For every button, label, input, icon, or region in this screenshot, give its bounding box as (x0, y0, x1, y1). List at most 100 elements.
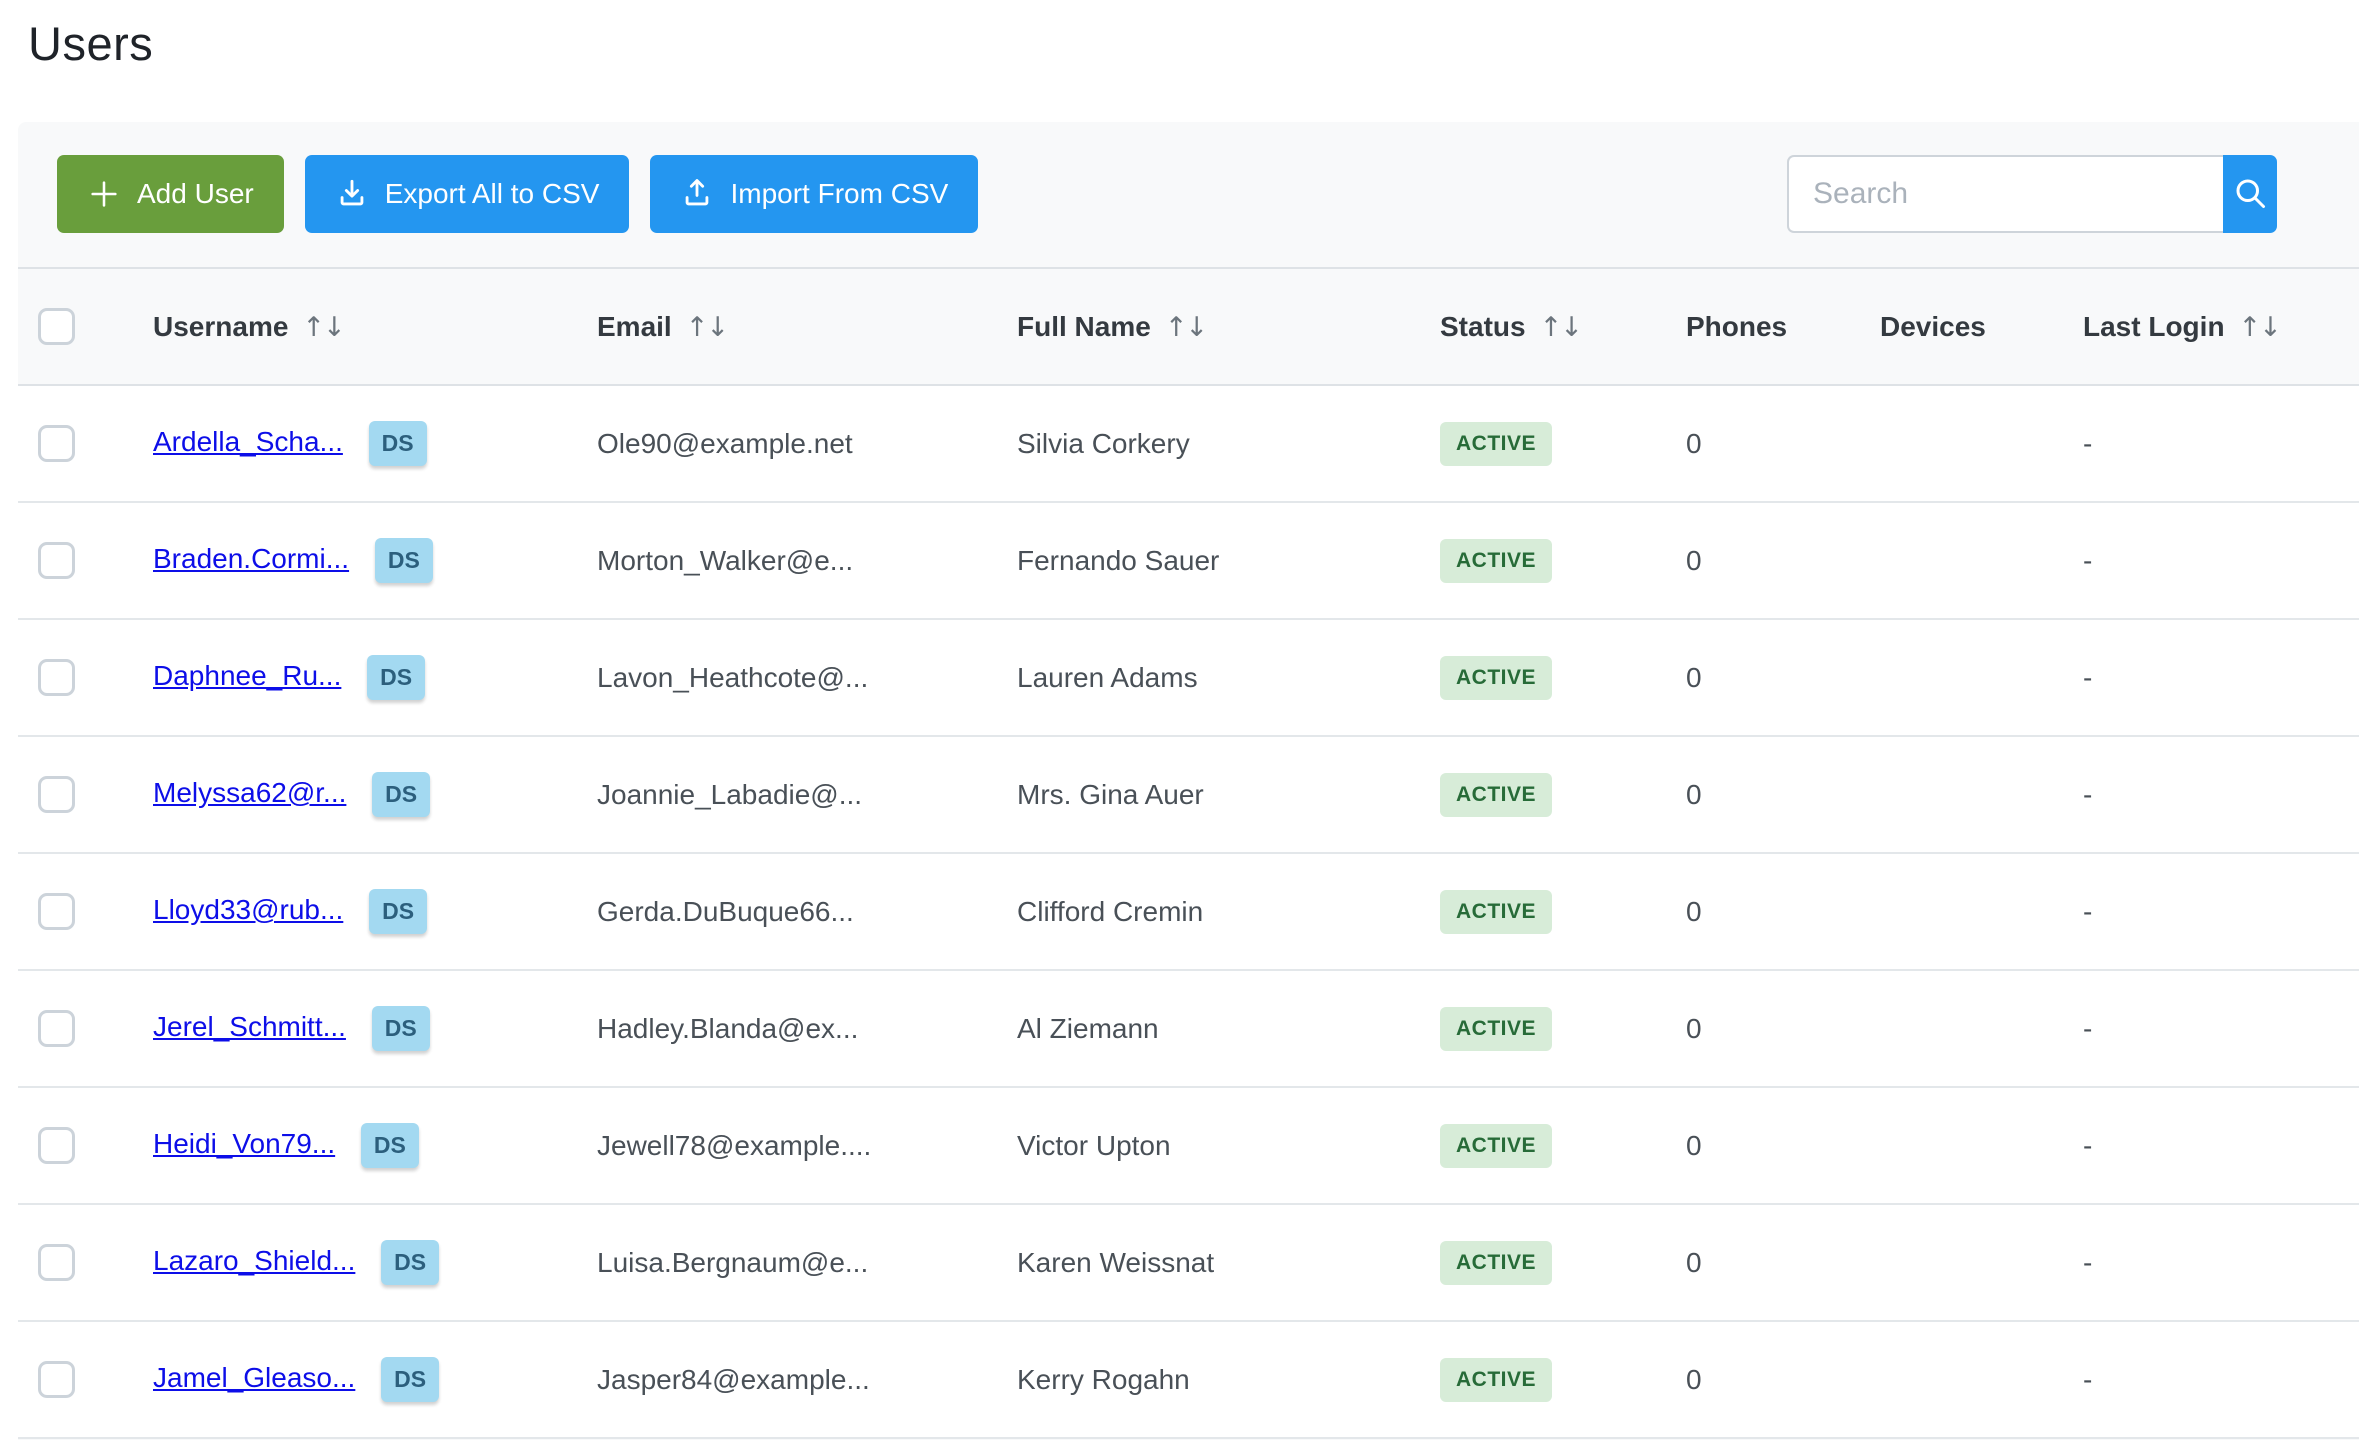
row-checkbox[interactable] (38, 542, 75, 579)
phones-cell: 0 (1666, 736, 1860, 853)
search-button[interactable] (2223, 155, 2277, 233)
last-login-cell: - (2063, 1087, 2359, 1204)
column-header-phones: Phones (1666, 268, 1860, 385)
column-header-full-name[interactable]: Full Name↑↓ (997, 268, 1420, 385)
phones-cell: 0 (1666, 853, 1860, 970)
table-row: Braden.Cormi... DS Morton_Walker@e... Fe… (18, 502, 2359, 619)
row-checkbox[interactable] (38, 1361, 75, 1398)
row-checkbox[interactable] (38, 1010, 75, 1047)
username-link[interactable]: Ardella_Scha... (153, 426, 343, 457)
status-cell: ACTIVE (1420, 736, 1666, 853)
table-header: Username↑↓ Email↑↓ Full Name↑↓ Status↑↓ … (18, 268, 2359, 385)
devices-cell (1860, 736, 2063, 853)
download-icon (335, 177, 369, 211)
status-badge: ACTIVE (1440, 422, 1552, 466)
page-title: Users (28, 16, 2359, 71)
devices-cell (1860, 970, 2063, 1087)
status-badge: ACTIVE (1440, 1007, 1552, 1051)
full-name-cell: Victor Upton (997, 1087, 1420, 1204)
row-checkbox[interactable] (38, 659, 75, 696)
status-cell: ACTIVE (1420, 1204, 1666, 1321)
devices-cell (1860, 1204, 2063, 1321)
sort-icon[interactable]: ↑↓ (686, 312, 727, 343)
table-row: Jamel_Gleaso... DS Jasper84@example... K… (18, 1321, 2359, 1438)
add-user-label: Add User (137, 178, 254, 210)
plus-icon (87, 177, 121, 211)
upload-icon (680, 177, 714, 211)
ds-badge: DS (381, 1240, 439, 1285)
email-cell: Jasper84@example... (577, 1321, 997, 1438)
table-row: Heidi_Von79... DS Jewell78@example.... V… (18, 1087, 2359, 1204)
users-panel: Add User Export All to CSV Import From C… (18, 122, 2359, 1440)
search-icon (2232, 175, 2268, 214)
row-checkbox[interactable] (38, 893, 75, 930)
username-link[interactable]: Lloyd33@rub... (153, 894, 343, 925)
phones-cell: 0 (1666, 1087, 1860, 1204)
table-row: Jerel_Schmitt... DS Hadley.Blanda@ex... … (18, 970, 2359, 1087)
status-cell: ACTIVE (1420, 619, 1666, 736)
username-link[interactable]: Lazaro_Shield... (153, 1245, 355, 1276)
status-cell: ACTIVE (1420, 1321, 1666, 1438)
export-csv-label: Export All to CSV (385, 178, 600, 210)
column-header-email[interactable]: Email↑↓ (577, 268, 997, 385)
status-badge: ACTIVE (1440, 539, 1552, 583)
username-link[interactable]: Daphnee_Ru... (153, 660, 341, 691)
phones-cell: 0 (1666, 970, 1860, 1087)
full-name-cell: Karen Weissnat (997, 1204, 1420, 1321)
import-csv-label: Import From CSV (730, 178, 948, 210)
import-csv-button[interactable]: Import From CSV (650, 155, 978, 233)
last-login-cell: - (2063, 1321, 2359, 1438)
email-cell: Jewell78@example.... (577, 1087, 997, 1204)
email-cell: Ole90@example.net (577, 385, 997, 502)
username-link[interactable]: Melyssa62@r... (153, 777, 346, 808)
ds-badge: DS (369, 889, 427, 934)
full-name-cell: Mrs. Gina Auer (997, 736, 1420, 853)
phones-cell: 0 (1666, 1321, 1860, 1438)
email-cell: Gerda.DuBuque66... (577, 853, 997, 970)
export-csv-button[interactable]: Export All to CSV (305, 155, 630, 233)
row-checkbox[interactable] (38, 1127, 75, 1164)
table-row: Daphnee_Ru... DS Lavon_Heathcote@... Lau… (18, 619, 2359, 736)
search-input[interactable] (1787, 155, 2223, 233)
row-checkbox[interactable] (38, 776, 75, 813)
devices-cell (1860, 1321, 2063, 1438)
sort-icon[interactable]: ↑↓ (1165, 312, 1206, 343)
ds-badge: DS (361, 1123, 419, 1168)
email-cell: Joannie_Labadie@... (577, 736, 997, 853)
sort-icon[interactable]: ↑↓ (1540, 312, 1581, 343)
table-row: Lloyd33@rub... DS Gerda.DuBuque66... Cli… (18, 853, 2359, 970)
ds-badge: DS (375, 538, 433, 583)
select-all-checkbox[interactable] (38, 308, 75, 345)
column-header-status[interactable]: Status↑↓ (1420, 268, 1666, 385)
users-table: Username↑↓ Email↑↓ Full Name↑↓ Status↑↓ … (18, 267, 2359, 1439)
status-cell: ACTIVE (1420, 502, 1666, 619)
ds-badge: DS (367, 655, 425, 700)
sort-icon[interactable]: ↑↓ (2239, 312, 2280, 343)
username-link[interactable]: Jerel_Schmitt... (153, 1011, 346, 1042)
toolbar: Add User Export All to CSV Import From C… (18, 122, 2359, 267)
username-link[interactable]: Braden.Cormi... (153, 543, 349, 574)
ds-badge: DS (372, 1006, 430, 1051)
last-login-cell: - (2063, 385, 2359, 502)
status-badge: ACTIVE (1440, 1241, 1552, 1285)
status-badge: ACTIVE (1440, 1358, 1552, 1402)
search-group (1787, 155, 2277, 233)
status-cell: ACTIVE (1420, 970, 1666, 1087)
column-header-last-login[interactable]: Last Login↑↓ (2063, 268, 2359, 385)
email-cell: Lavon_Heathcote@... (577, 619, 997, 736)
row-checkbox[interactable] (38, 425, 75, 462)
sort-icon[interactable]: ↑↓ (302, 312, 343, 343)
row-checkbox[interactable] (38, 1244, 75, 1281)
devices-cell (1860, 502, 2063, 619)
username-link[interactable]: Jamel_Gleaso... (153, 1362, 355, 1393)
full-name-cell: Clifford Cremin (997, 853, 1420, 970)
username-link[interactable]: Heidi_Von79... (153, 1128, 335, 1159)
add-user-button[interactable]: Add User (57, 155, 284, 233)
phones-cell: 0 (1666, 1204, 1860, 1321)
status-badge: ACTIVE (1440, 656, 1552, 700)
devices-cell (1860, 619, 2063, 736)
column-header-username[interactable]: Username↑↓ (133, 268, 577, 385)
users-table-body: Ardella_Scha... DS Ole90@example.net Sil… (18, 385, 2359, 1438)
email-cell: Hadley.Blanda@ex... (577, 970, 997, 1087)
status-cell: ACTIVE (1420, 1087, 1666, 1204)
